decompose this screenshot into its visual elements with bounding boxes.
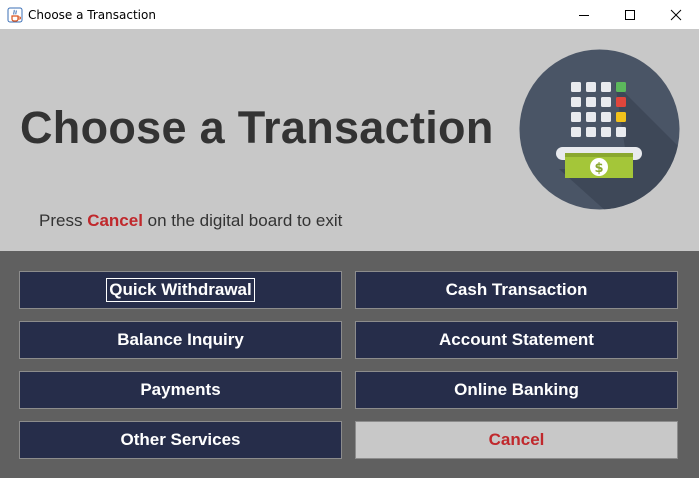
close-button[interactable]	[653, 0, 699, 29]
payments-label: Payments	[140, 380, 221, 399]
cancel-button[interactable]: Cancel	[355, 421, 678, 459]
atm-cash-icon: $	[519, 49, 680, 210]
window-title: Choose a Transaction	[28, 7, 156, 22]
quick-withdrawal-button[interactable]: Quick Withdrawal	[19, 271, 342, 309]
hint-text-after: on the digital board to exit	[142, 211, 343, 230]
header-panel: Choose a Transaction Press Cancel on the…	[0, 29, 699, 251]
payments-button[interactable]: Payments	[19, 371, 342, 409]
page-title: Choose a Transaction	[20, 102, 494, 153]
close-icon	[670, 9, 682, 20]
maximize-icon	[625, 9, 635, 20]
cancel-label: Cancel	[488, 430, 545, 449]
cash-transaction-button[interactable]: Cash Transaction	[355, 271, 678, 309]
maximize-button[interactable]	[607, 0, 653, 29]
cash-transaction-label: Cash Transaction	[445, 280, 588, 299]
balance-inquiry-label: Balance Inquiry	[117, 330, 244, 349]
dollar-symbol: $	[594, 161, 603, 176]
hint-cancel-word: Cancel	[87, 211, 143, 230]
title-bar[interactable]: Choose a Transaction	[0, 0, 699, 29]
app-window: Choose a Transaction Choose a Transactio…	[0, 0, 699, 478]
balance-inquiry-button[interactable]: Balance Inquiry	[19, 321, 342, 359]
java-app-icon	[7, 7, 23, 23]
online-banking-label: Online Banking	[454, 380, 579, 399]
exit-hint: Press Cancel on the digital board to exi…	[39, 211, 342, 231]
other-services-button[interactable]: Other Services	[19, 421, 342, 459]
online-banking-button[interactable]: Online Banking	[355, 371, 678, 409]
account-statement-button[interactable]: Account Statement	[355, 321, 678, 359]
account-statement-label: Account Statement	[439, 330, 594, 349]
other-services-label: Other Services	[120, 430, 241, 449]
hint-text-before: Press	[39, 211, 88, 230]
minimize-icon	[579, 14, 589, 16]
minimize-button[interactable]	[561, 0, 607, 29]
quick-withdrawal-label: Quick Withdrawal	[106, 278, 255, 302]
transaction-panel: Quick Withdrawal Cash Transaction Balanc…	[0, 251, 699, 478]
window-controls	[561, 0, 699, 29]
